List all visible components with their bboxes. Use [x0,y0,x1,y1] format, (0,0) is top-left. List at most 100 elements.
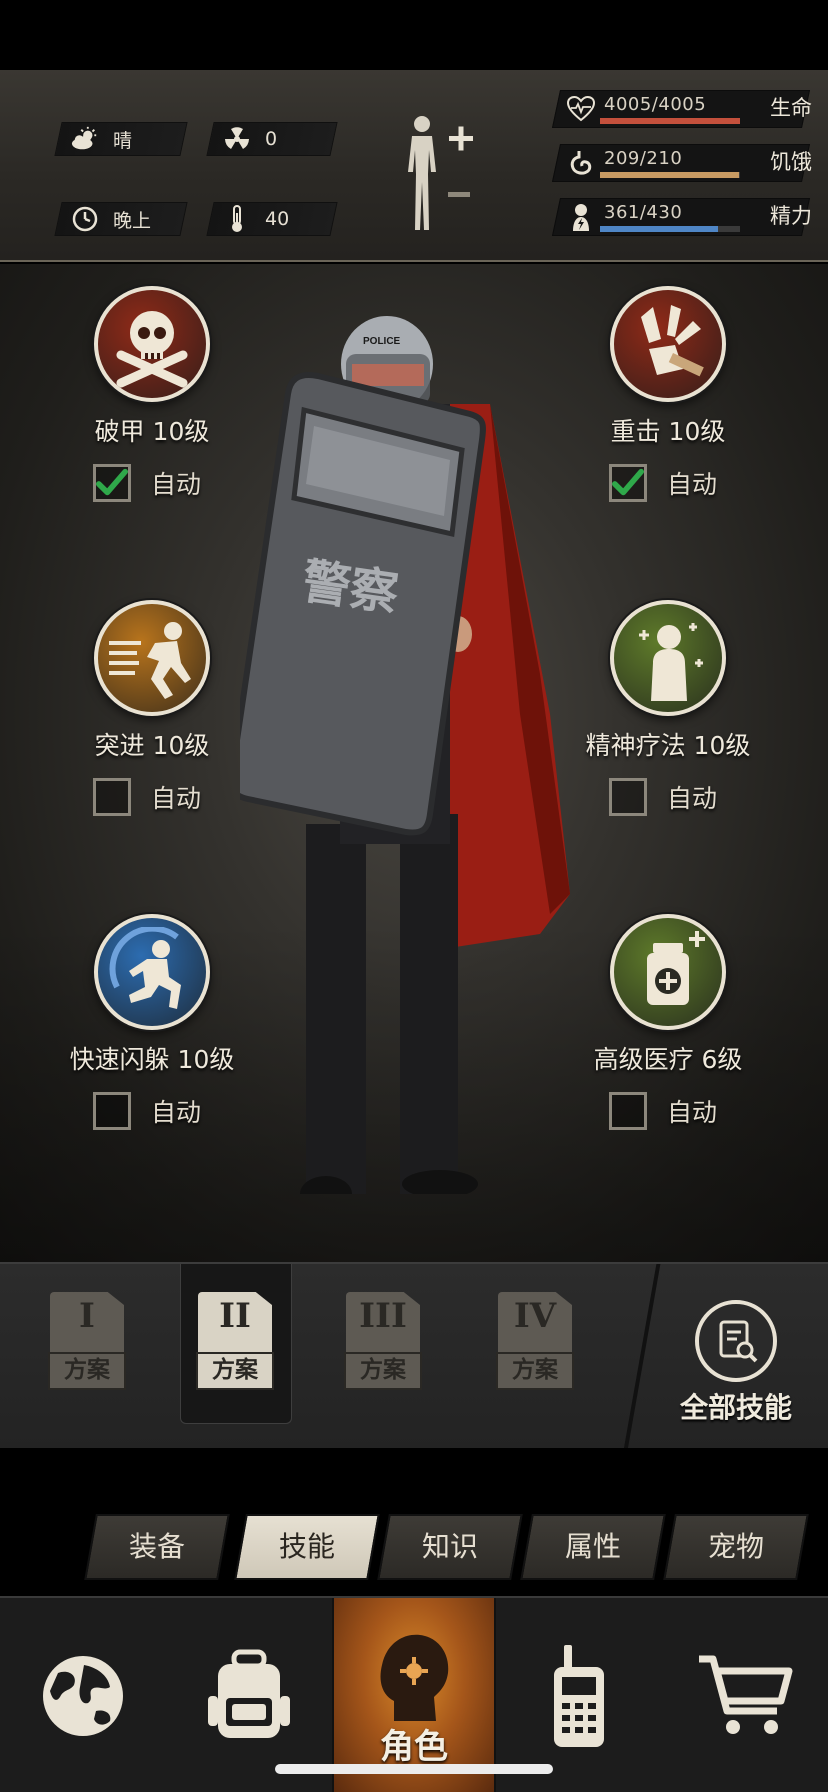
dash-runner-icon [109,622,191,699]
time-text: 晚上 [113,209,152,232]
temperature-chip: 40 [206,202,338,236]
body-status-button[interactable] [398,112,478,237]
plan-numeral: II [219,1296,251,1336]
skill-quick-dodge[interactable]: 快速闪躲 10级 自动 [62,914,242,1130]
globe-icon [43,1656,123,1736]
skill-name: 重击 10级 [610,417,726,446]
vital-energy: 361/430 精力 [551,198,812,236]
stomach-icon [566,148,596,178]
auto-checkbox-charge[interactable] [92,778,131,816]
radiation-chip: 0 [206,122,338,156]
nav-world-map[interactable] [0,1598,166,1792]
hunger-bar-fill [600,172,740,178]
axe-strike-icon [641,305,704,377]
tab-label: 宠物 [707,1530,764,1563]
auto-checkbox-heavy-strike[interactable] [608,464,647,502]
nav-radio[interactable] [496,1598,662,1792]
time-chip: 晚上 [54,202,188,236]
skull-crossbones-icon [116,311,188,388]
plan-label: 方案 [48,1352,126,1390]
backpack-icon [208,1649,290,1738]
auto-label: 自动 [150,784,201,813]
skill-icon-heavy-strike[interactable] [610,286,726,402]
skill-mind-therapy[interactable]: 精神疗法 10级 自动 [578,600,758,816]
skill-icon-quick-dodge[interactable] [94,914,210,1030]
plan-1-button[interactable]: I 方案 [48,1292,126,1400]
plan-2-button[interactable]: II 方案 [196,1292,274,1400]
helmet-text: POLICE [363,336,401,347]
plan-label: 方案 [496,1352,574,1390]
auto-checkbox-advanced-medical[interactable] [608,1092,647,1130]
skill-name: 突进 10级 [94,731,210,760]
skill-icon-advanced-medical[interactable] [610,914,726,1030]
dodge-icon [109,927,181,1009]
skill-charge[interactable]: 突进 10级 自动 [62,600,242,816]
search-document-icon [695,1300,777,1382]
character-scene: POLICE 警察 破甲 10级 自动 重击 10级 自动 突进 10级 自动 … [0,264,828,1262]
skill-icon-charge[interactable] [94,600,210,716]
tab-attributes[interactable]: 属性 [520,1514,666,1580]
nav-backpack[interactable] [166,1598,332,1792]
plan-label: 方案 [344,1352,422,1390]
weather-text: 晴 [113,129,133,152]
clock-icon [71,205,99,233]
plan-numeral: IV [513,1296,557,1336]
all-skills-label: 全部技能 [679,1391,792,1424]
sun-cloud-icon [71,125,99,153]
energy-bar-fill [600,226,718,232]
shopping-cart-icon [699,1655,793,1734]
nav-character-label: 角色 [380,1727,448,1767]
check-icon [95,468,128,496]
plan-label: 方案 [196,1352,274,1390]
auto-checkbox-mind-therapy[interactable] [608,778,647,816]
auto-label: 自动 [666,784,717,813]
plan-numeral: III [359,1296,407,1336]
thermometer-icon [223,205,251,233]
plan-3-button[interactable]: III 方案 [344,1292,422,1400]
skill-name: 精神疗法 10级 [585,731,751,760]
skill-icon-armor-break[interactable] [94,286,210,402]
weather-chip: 晴 [54,122,188,156]
stats-panel: 晴 0 晚上 40 4005/4005 生命 209/210 饥饿 361/43… [0,70,828,262]
skill-icon-mind-therapy[interactable] [610,600,726,716]
hunger-value: 209/210 [604,148,683,169]
auto-checkbox-quick-dodge[interactable] [92,1092,131,1130]
radiation-text: 0 [265,128,278,150]
radiation-icon [223,125,251,153]
nav-character[interactable]: 角色 [332,1598,496,1792]
medkit-icon [647,931,705,1005]
vital-health: 4005/4005 生命 [551,90,812,128]
body-figure-icon [408,116,473,230]
auto-label: 自动 [150,470,201,499]
auto-checkbox-armor-break[interactable] [92,464,131,502]
plan-4-button[interactable]: IV 方案 [496,1292,574,1400]
auto-label: 自动 [150,1098,201,1127]
tab-label: 装备 [128,1530,185,1563]
divider [623,1264,661,1450]
tab-equipment[interactable]: 装备 [84,1514,230,1580]
plan-bar: I 方案 II 方案 III 方案 IV 方案 全部技能 [0,1262,828,1450]
skill-heavy-strike[interactable]: 重击 10级 自动 [578,286,758,502]
all-skills-button[interactable]: 全部技能 [670,1300,802,1430]
check-icon [611,468,644,496]
health-bar-fill [600,118,740,124]
tab-label: 技能 [278,1530,335,1563]
bottom-nav: 角色 [0,1596,828,1792]
heart-icon [566,94,596,124]
auto-label: 自动 [666,470,717,499]
walkie-talkie-icon [554,1645,604,1747]
hunger-bar [600,172,740,178]
health-bar [600,118,740,124]
tab-knowledge[interactable]: 知识 [377,1514,523,1580]
skill-name: 快速闪躲 10级 [69,1045,235,1074]
status-bar [0,0,828,70]
section-tabs: 装备 技能 知识 属性 宠物 [0,1448,828,1596]
health-value: 4005/4005 [604,94,707,115]
skill-advanced-medical[interactable]: 高级医疗 6级 自动 [578,914,758,1130]
mind-heal-icon [639,623,703,701]
nav-shop[interactable] [662,1598,828,1792]
skill-armor-break[interactable]: 破甲 10级 自动 [62,286,242,502]
tab-skills[interactable]: 技能 [234,1514,380,1580]
tab-label: 属性 [564,1530,621,1563]
tab-pets[interactable]: 宠物 [663,1514,809,1580]
